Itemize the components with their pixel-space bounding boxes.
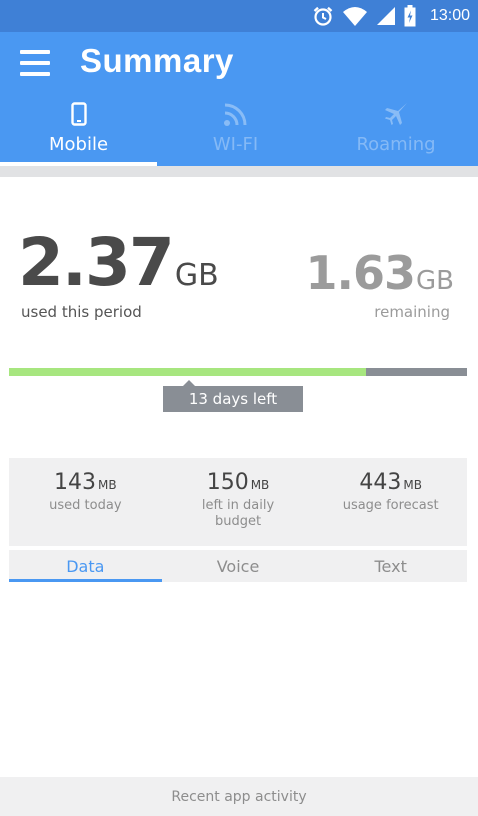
remaining-value: 1.63 <box>305 246 416 300</box>
wifi-icon <box>342 6 368 26</box>
recent-app-activity-button[interactable]: Recent app activity <box>0 777 478 816</box>
used-value: 2.37 <box>18 224 175 301</box>
used-amount: 2.37 GB <box>18 224 219 301</box>
stat-value: 443 <box>359 470 402 495</box>
tab-voice[interactable]: Voice <box>162 550 315 582</box>
days-left-tooltip: 13 days left <box>163 380 303 412</box>
battery-icon <box>404 5 416 27</box>
alarm-icon <box>312 5 334 27</box>
used-label: used this period <box>21 303 142 321</box>
usage-type-tabs: Data Voice Text <box>9 550 467 582</box>
stat-label: usage forecast <box>342 498 439 513</box>
stats-panel: 143 MB used today 150 MB left in daily bud… <box>9 458 467 546</box>
stat-value: 143 <box>54 470 97 495</box>
header-divider <box>0 166 478 177</box>
stat-usage-forecast: 443 MB usage forecast <box>314 458 467 546</box>
tab-bar: Mobile WI-FI Roaming <box>0 96 478 166</box>
stat-unit: MB <box>98 478 117 492</box>
remaining-amount: 1.63 GB <box>306 246 454 300</box>
stat-value: 150 <box>206 470 249 495</box>
stat-label: left in daily budget <box>201 498 275 529</box>
stat-unit: MB <box>250 478 270 492</box>
tab-roaming[interactable]: Roaming <box>314 96 478 166</box>
usage-progress-fill <box>9 368 367 376</box>
app-bar: Summary Mobile WI-FI Roaming <box>0 32 478 166</box>
tab-text[interactable]: Text <box>314 550 467 582</box>
stat-label: used today <box>49 498 122 513</box>
remaining-unit: GB <box>416 266 454 296</box>
phone-icon <box>70 100 87 128</box>
used-unit: GB <box>174 258 219 293</box>
tab-label: WI-FI <box>212 134 259 155</box>
stat-daily-budget: 150 MB left in daily budget <box>162 458 315 546</box>
airplane-icon <box>382 100 410 128</box>
hamburger-menu-icon[interactable] <box>20 50 50 76</box>
usage-progress-bar <box>9 368 467 376</box>
tab-mobile[interactable]: Mobile <box>0 96 157 166</box>
tab-label: Mobile <box>48 134 109 155</box>
remaining-label: remaining <box>374 303 450 321</box>
status-time: 13:00 <box>429 7 470 24</box>
wifi-icon <box>222 100 250 128</box>
status-bar: 13:00 <box>0 0 478 32</box>
tab-data[interactable]: Data <box>9 550 162 582</box>
page-title: Summary <box>80 42 234 79</box>
stat-used-today: 143 MB used today <box>9 458 162 546</box>
signal-icon <box>376 6 396 26</box>
tab-label: Roaming <box>356 134 436 155</box>
tab-wifi[interactable]: WI-FI <box>157 96 314 166</box>
stat-unit: MB <box>403 478 422 492</box>
